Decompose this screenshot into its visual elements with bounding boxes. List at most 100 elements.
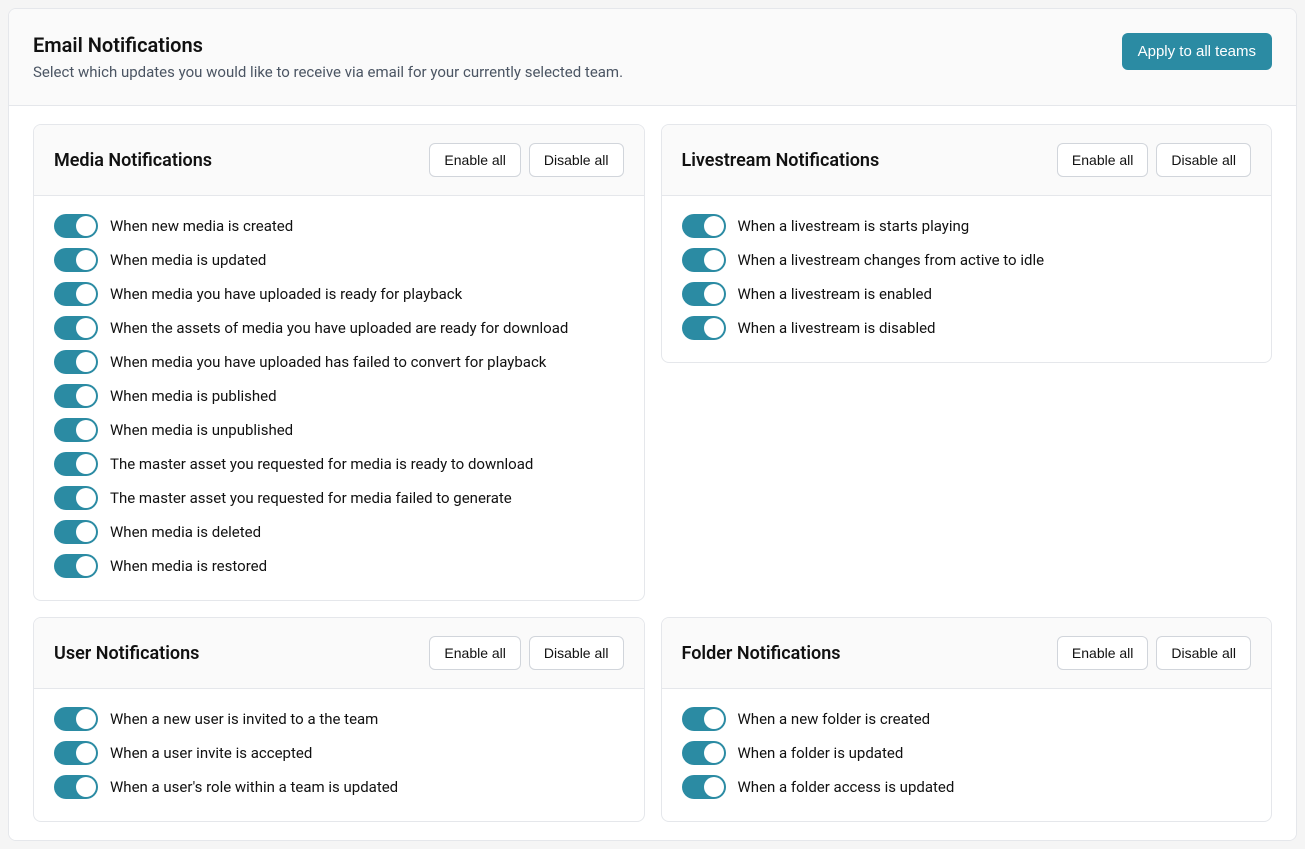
toggle-label: When a livestream is enabled (738, 285, 932, 303)
toggle-knob (76, 352, 96, 372)
toggle-label: When a folder access is updated (738, 778, 955, 796)
toggle-label: When a new folder is created (738, 710, 931, 728)
card-title-user: User Notifications (54, 643, 199, 664)
toggle-knob (704, 777, 724, 797)
toggle-label: When a new user is invited to a the team (110, 710, 378, 728)
toggle-label: When new media is created (110, 217, 293, 235)
toggle-knob (76, 318, 96, 338)
toggle-switch[interactable] (54, 452, 98, 476)
page-subtitle: Select which updates you would like to r… (33, 63, 623, 81)
toggle-label: When a folder is updated (738, 744, 904, 762)
toggle-knob (704, 216, 724, 236)
toggle-label: When a livestream is starts playing (738, 217, 970, 235)
toggle-switch[interactable] (54, 282, 98, 306)
toggle-row: When a livestream is starts playing (682, 214, 1252, 238)
toggle-row: When a new folder is created (682, 707, 1252, 731)
toggle-switch[interactable] (54, 418, 98, 442)
toggle-label: The master asset you requested for media… (110, 489, 512, 507)
disable-all-button[interactable]: Disable all (1156, 143, 1251, 177)
toggle-switch[interactable] (54, 214, 98, 238)
toggle-row: When a user invite is accepted (54, 741, 624, 765)
toggle-switch[interactable] (682, 741, 726, 765)
toggle-switch[interactable] (54, 554, 98, 578)
toggle-row: When media is updated (54, 248, 624, 272)
toggle-row: When a folder is updated (682, 741, 1252, 765)
toggle-knob (76, 709, 96, 729)
toggle-knob (704, 284, 724, 304)
disable-all-button[interactable]: Disable all (529, 143, 624, 177)
toggle-switch[interactable] (54, 316, 98, 340)
toggle-label: When a livestream changes from active to… (738, 251, 1045, 269)
enable-all-button[interactable]: Enable all (1057, 143, 1149, 177)
toggle-knob (76, 216, 96, 236)
toggle-switch[interactable] (682, 248, 726, 272)
toggle-row: When media you have uploaded is ready fo… (54, 282, 624, 306)
toggle-row: When a new user is invited to a the team (54, 707, 624, 731)
toggle-label: When a user's role within a team is upda… (110, 778, 398, 796)
disable-all-button[interactable]: Disable all (1156, 636, 1251, 670)
folder-notifications-card: Folder Notifications Enable all Disable … (661, 617, 1273, 822)
toggle-knob (76, 420, 96, 440)
user-notifications-card: User Notifications Enable all Disable al… (33, 617, 645, 822)
toggle-row: When a user's role within a team is upda… (54, 775, 624, 799)
toggle-switch[interactable] (54, 248, 98, 272)
toggle-switch[interactable] (54, 384, 98, 408)
disable-all-button[interactable]: Disable all (529, 636, 624, 670)
toggle-row: When media is published (54, 384, 624, 408)
toggle-switch[interactable] (682, 214, 726, 238)
toggle-label: When a livestream is disabled (738, 319, 936, 337)
toggle-row: When media is restored (54, 554, 624, 578)
toggle-label: When media is restored (110, 557, 267, 575)
toggle-knob (76, 777, 96, 797)
toggle-knob (76, 556, 96, 576)
toggle-switch[interactable] (54, 775, 98, 799)
card-title-livestream: Livestream Notifications (682, 150, 880, 171)
toggle-label: When media is deleted (110, 523, 261, 541)
toggle-label: When media is published (110, 387, 277, 405)
toggle-knob (76, 284, 96, 304)
toggle-knob (76, 250, 96, 270)
toggle-row: When media is unpublished (54, 418, 624, 442)
card-title-media: Media Notifications (54, 150, 212, 171)
livestream-notifications-card: Livestream Notifications Enable all Disa… (661, 124, 1273, 363)
toggle-switch[interactable] (682, 282, 726, 306)
enable-all-button[interactable]: Enable all (1057, 636, 1149, 670)
toggle-label: When media is updated (110, 251, 266, 269)
toggle-switch[interactable] (54, 707, 98, 731)
media-notifications-card: Media Notifications Enable all Disable a… (33, 124, 645, 601)
toggle-switch[interactable] (54, 741, 98, 765)
settings-header: Email Notifications Select which updates… (9, 9, 1296, 106)
toggle-switch[interactable] (54, 520, 98, 544)
toggle-knob (76, 454, 96, 474)
toggle-row: When media is deleted (54, 520, 624, 544)
enable-all-button[interactable]: Enable all (429, 143, 521, 177)
toggle-row: When a folder access is updated (682, 775, 1252, 799)
toggle-knob (704, 709, 724, 729)
card-title-folder: Folder Notifications (682, 643, 841, 664)
toggle-row: When the assets of media you have upload… (54, 316, 624, 340)
toggle-switch[interactable] (54, 486, 98, 510)
toggle-label: When media you have uploaded is ready fo… (110, 285, 462, 303)
toggle-switch[interactable] (54, 350, 98, 374)
toggle-label: The master asset you requested for media… (110, 455, 533, 473)
apply-to-all-teams-button[interactable]: Apply to all teams (1122, 33, 1272, 70)
enable-all-button[interactable]: Enable all (429, 636, 521, 670)
toggle-label: When the assets of media you have upload… (110, 319, 568, 337)
toggle-row: When new media is created (54, 214, 624, 238)
toggle-knob (76, 386, 96, 406)
toggle-switch[interactable] (682, 316, 726, 340)
page-title: Email Notifications (33, 33, 623, 57)
toggle-knob (704, 318, 724, 338)
toggle-knob (76, 522, 96, 542)
toggle-row: When media you have uploaded has failed … (54, 350, 624, 374)
toggle-switch[interactable] (682, 707, 726, 731)
toggle-label: When media is unpublished (110, 421, 293, 439)
toggle-label: When media you have uploaded has failed … (110, 353, 546, 371)
toggle-row: When a livestream changes from active to… (682, 248, 1252, 272)
toggle-row: The master asset you requested for media… (54, 486, 624, 510)
toggle-knob (704, 250, 724, 270)
toggle-knob (704, 743, 724, 763)
toggle-switch[interactable] (682, 775, 726, 799)
toggle-row: When a livestream is disabled (682, 316, 1252, 340)
toggle-knob (76, 488, 96, 508)
